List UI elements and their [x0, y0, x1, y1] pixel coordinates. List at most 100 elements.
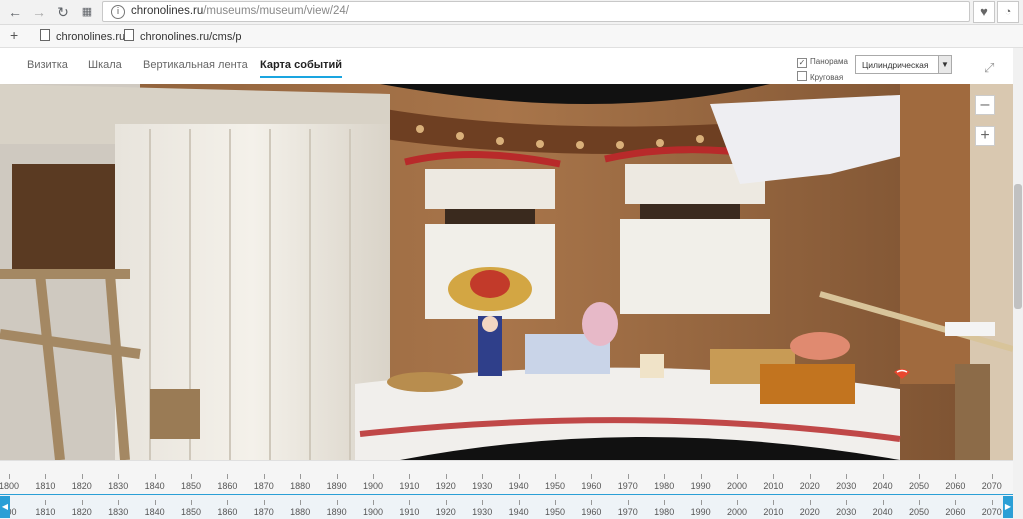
add-bookmark-icon[interactable]: + [10, 27, 18, 43]
timeline-year-label: 1980 [654, 507, 675, 517]
timeline-year-label: 2010 [763, 481, 784, 491]
apps-grid-icon[interactable]: ▦ [78, 3, 96, 21]
timeline-tick [664, 500, 666, 505]
timeline-tick [191, 500, 192, 505]
timeline-year-label: 1940 [508, 507, 529, 517]
url-host: chronolines.ru [131, 5, 204, 17]
timeline-year-label: 1840 [144, 481, 165, 491]
fullscreen-icon[interactable]: ⤢ [984, 61, 997, 74]
timeline-year-label: 1830 [108, 481, 129, 491]
projection-select[interactable]: Цилиндрическая ▼ [855, 55, 952, 74]
timeline-year-label: 1860 [217, 481, 238, 491]
timeline-year-label: 1920 [435, 507, 456, 517]
panorama-checkbox[interactable]: ✓ Панорама [797, 57, 848, 68]
timeline-year-label: 1860 [217, 507, 238, 517]
timeline-tick [846, 500, 848, 505]
checkbox-checked-icon: ✓ [797, 58, 807, 68]
timeline-tick [591, 474, 593, 479]
timeline-tick [9, 474, 10, 479]
timeline-year-label: 1960 [581, 481, 602, 491]
panorama-image [0, 84, 1013, 460]
bookmark-item[interactable]: chronolines.ru [40, 29, 125, 43]
timeline-tick [227, 500, 229, 505]
timeline-year-label: 1910 [399, 481, 420, 491]
timeline-year-label: 2020 [799, 481, 820, 491]
timeline-tick [846, 474, 848, 479]
timeline-year-label: 2050 [908, 507, 930, 517]
bookmark-item[interactable]: chronolines.ru/cms/p [124, 29, 242, 43]
timeline-tick [627, 474, 629, 479]
reload-icon[interactable]: ↻ [54, 3, 72, 21]
timeline-year-label: 1910 [399, 507, 420, 517]
page-icon [124, 29, 134, 41]
url-path: /museums/museum/view/24/ [203, 5, 349, 17]
timeline-year-label: 1810 [35, 507, 56, 517]
timeline-year-label: 2000 [726, 507, 748, 517]
site-info-icon[interactable]: i [111, 5, 125, 19]
timeline-tick [773, 474, 775, 479]
tab-event-map[interactable]: Карта событий [260, 59, 343, 78]
timeline-tick [482, 474, 484, 479]
timeline-scale[interactable]: 1800 1810 1820 1830 1840 1850 1860 1870 1880 1890… [0, 460, 1013, 495]
timeline-year-label: 1930 [472, 481, 493, 491]
timeline-tick [809, 474, 811, 479]
timeline-year-label: 1900 [362, 507, 384, 517]
timeline-tick [300, 474, 302, 479]
timeline-year-label: 1890 [326, 481, 347, 491]
timeline-year-label: 1970 [617, 481, 638, 491]
timeline-year-label: 1870 [253, 481, 274, 491]
tab-vertical-feed[interactable]: Вертикальная лента [143, 59, 248, 71]
heart-icon[interactable]: ♥ [973, 1, 995, 23]
timeline-year-label: 2050 [908, 481, 930, 491]
timeline-tick [263, 500, 265, 505]
page-icon [40, 29, 50, 41]
timeline-tick [154, 474, 156, 479]
timeline-tick [518, 474, 520, 479]
zoom-out-button[interactable]: – [975, 95, 995, 115]
timeline-tick [227, 474, 229, 479]
hotspot-marker-icon[interactable] [893, 368, 911, 380]
address-bar[interactable]: i chronolines.ru/museums/museum/view/24/ [102, 1, 970, 22]
timeline-tick [336, 500, 338, 505]
timeline-tick [591, 500, 593, 505]
timeline-navigator[interactable]: 8001810182018301840185018601870188018901… [0, 495, 1013, 519]
timeline-year-label: 2030 [836, 481, 857, 491]
timeline-tick [700, 474, 702, 479]
timeline-right-handle[interactable]: ▶ [1003, 496, 1013, 518]
timeline-tick [882, 474, 884, 479]
timeline-tick [482, 500, 484, 505]
timeline-year-label: 1980 [654, 481, 675, 491]
timeline-tick [263, 474, 265, 479]
timeline-tick [409, 500, 411, 505]
tab-shkala[interactable]: Шкала [88, 59, 122, 71]
timeline-tick [919, 474, 920, 479]
extension-icon[interactable]: ◔ [997, 1, 1019, 23]
timeline-tick [737, 474, 738, 479]
timeline-year-label: 1970 [617, 507, 638, 517]
timeline-tick [81, 474, 83, 479]
tab-vizitka[interactable]: Визитка [27, 59, 68, 71]
timeline-year-label: 1880 [290, 481, 311, 491]
timeline-tick [154, 500, 156, 505]
zoom-in-button[interactable]: + [975, 126, 995, 146]
timeline-year-label: 2060 [945, 481, 966, 491]
timeline-year-label: 1960 [581, 507, 602, 517]
circular-checkbox[interactable]: Круговая [797, 71, 843, 82]
page-scrollbar[interactable] [1013, 48, 1023, 519]
timeline-year-label: 1880 [290, 507, 311, 517]
timeline-year-label: 1900 [362, 481, 384, 491]
back-icon[interactable]: ← [6, 3, 24, 21]
timeline-tick [955, 474, 957, 479]
timeline-year-label: 2040 [872, 507, 893, 517]
timeline-tick [45, 474, 47, 479]
timeline-year-label: 2040 [872, 481, 893, 491]
panorama-viewer[interactable]: – + [0, 84, 1013, 460]
timeline-left-handle[interactable]: ◀ [0, 496, 10, 518]
timeline-tick [627, 500, 629, 505]
scrollbar-thumb[interactable] [1014, 184, 1022, 309]
timeline-year-label: 1830 [108, 507, 129, 517]
forward-icon[interactable]: → [30, 3, 48, 21]
timeline-tick [336, 474, 338, 479]
timeline-year-label: 1950 [544, 507, 566, 517]
chevron-down-icon: ▼ [938, 56, 951, 73]
